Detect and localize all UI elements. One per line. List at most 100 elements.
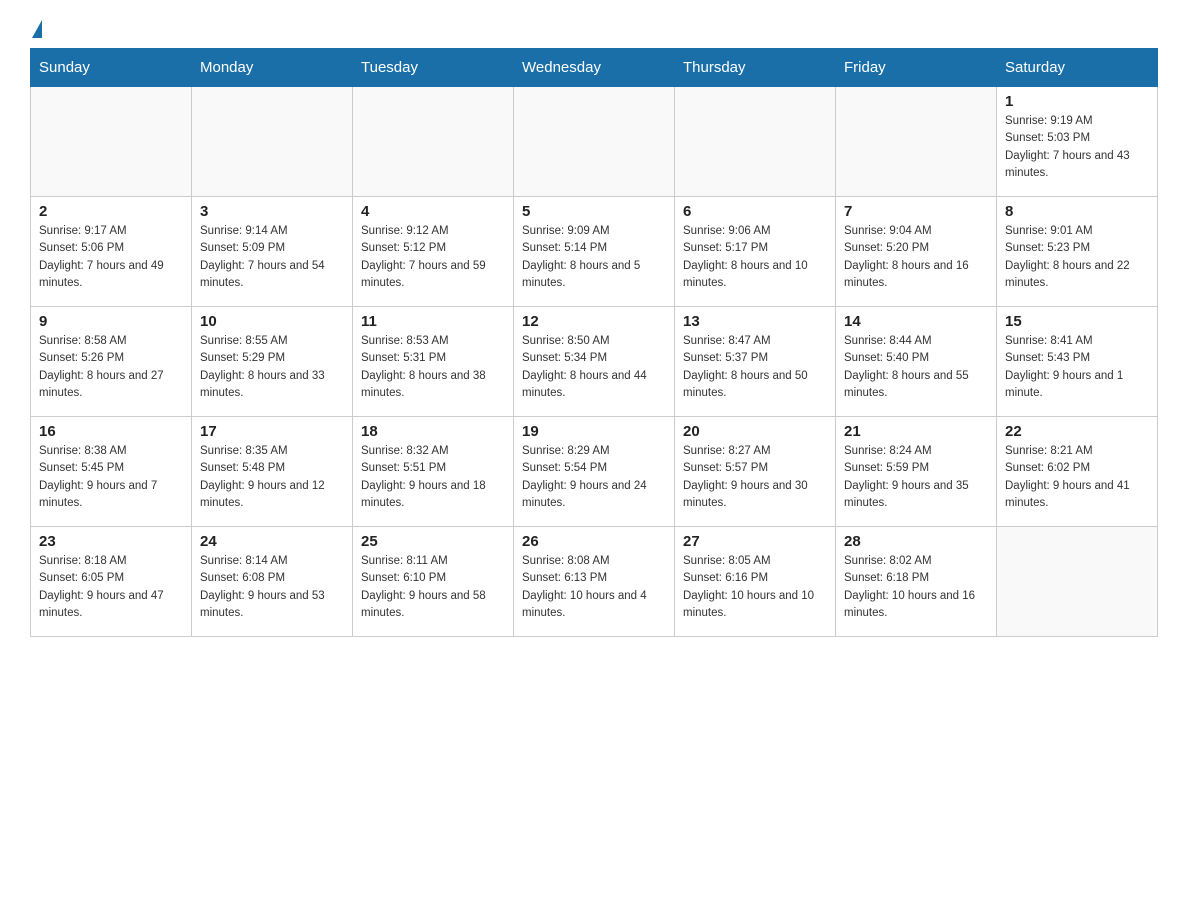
- day-info: Sunrise: 8:21 AMSunset: 6:02 PMDaylight:…: [1005, 443, 1149, 512]
- day-info: Sunrise: 8:18 AMSunset: 6:05 PMDaylight:…: [39, 553, 183, 622]
- col-saturday: Saturday: [997, 49, 1158, 87]
- day-info: Sunrise: 8:08 AMSunset: 6:13 PMDaylight:…: [522, 553, 666, 622]
- calendar-cell: 20 Sunrise: 8:27 AMSunset: 5:57 PMDayligh…: [675, 417, 836, 527]
- day-info: Sunrise: 8:05 AMSunset: 6:16 PMDaylight:…: [683, 553, 827, 622]
- day-info: Sunrise: 8:38 AMSunset: 5:45 PMDaylight:…: [39, 443, 183, 512]
- day-number: 28: [844, 533, 988, 550]
- calendar-cell: 1 Sunrise: 9:19 AMSunset: 5:03 PMDaylight…: [997, 87, 1158, 197]
- calendar-cell: 21 Sunrise: 8:24 AMSunset: 5:59 PMDayligh…: [836, 417, 997, 527]
- day-number: 26: [522, 533, 666, 550]
- day-number: 12: [522, 313, 666, 330]
- day-info: Sunrise: 9:19 AMSunset: 5:03 PMDaylight:…: [1005, 113, 1149, 182]
- day-number: 18: [361, 423, 505, 440]
- calendar-week-row: 9 Sunrise: 8:58 AMSunset: 5:26 PMDaylight…: [31, 307, 1158, 417]
- day-info: Sunrise: 8:35 AMSunset: 5:48 PMDaylight:…: [200, 443, 344, 512]
- day-info: Sunrise: 8:14 AMSunset: 6:08 PMDaylight:…: [200, 553, 344, 622]
- calendar-cell: 3 Sunrise: 9:14 AMSunset: 5:09 PMDaylight…: [192, 197, 353, 307]
- calendar-cell: 2Sunrise: 9:17 AMSunset: 5:06 PMDaylight…: [31, 197, 192, 307]
- day-number: 27: [683, 533, 827, 550]
- calendar-cell: [675, 87, 836, 197]
- logo: [30, 20, 44, 38]
- day-info: Sunrise: 8:47 AMSunset: 5:37 PMDaylight:…: [683, 333, 827, 402]
- calendar-cell: 22 Sunrise: 8:21 AMSunset: 6:02 PMDayligh…: [997, 417, 1158, 527]
- logo-triangle-icon: [32, 20, 42, 38]
- calendar-cell: 25 Sunrise: 8:11 AMSunset: 6:10 PMDayligh…: [353, 527, 514, 637]
- calendar-week-row: 1 Sunrise: 9:19 AMSunset: 5:03 PMDaylight…: [31, 87, 1158, 197]
- day-number: 3: [200, 203, 344, 220]
- calendar-week-row: 2Sunrise: 9:17 AMSunset: 5:06 PMDaylight…: [31, 197, 1158, 307]
- col-monday: Monday: [192, 49, 353, 87]
- day-info: Sunrise: 8:41 AMSunset: 5:43 PMDaylight:…: [1005, 333, 1149, 402]
- calendar-cell: 14 Sunrise: 8:44 AMSunset: 5:40 PMDayligh…: [836, 307, 997, 417]
- day-info: Sunrise: 8:27 AMSunset: 5:57 PMDaylight:…: [683, 443, 827, 512]
- calendar-cell: 17 Sunrise: 8:35 AMSunset: 5:48 PMDayligh…: [192, 417, 353, 527]
- calendar-cell: 7Sunrise: 9:04 AMSunset: 5:20 PMDaylight…: [836, 197, 997, 307]
- calendar-cell: 28Sunrise: 8:02 AMSunset: 6:18 PMDayligh…: [836, 527, 997, 637]
- day-info: Sunrise: 8:24 AMSunset: 5:59 PMDaylight:…: [844, 443, 988, 512]
- day-info: Sunrise: 8:58 AMSunset: 5:26 PMDaylight:…: [39, 333, 183, 402]
- day-number: 8: [1005, 203, 1149, 220]
- day-number: 1: [1005, 93, 1149, 110]
- calendar-cell: 15 Sunrise: 8:41 AMSunset: 5:43 PMDayligh…: [997, 307, 1158, 417]
- calendar-cell: 9 Sunrise: 8:58 AMSunset: 5:26 PMDaylight…: [31, 307, 192, 417]
- day-info: Sunrise: 8:53 AMSunset: 5:31 PMDaylight:…: [361, 333, 505, 402]
- calendar-cell: 16 Sunrise: 8:38 AMSunset: 5:45 PMDayligh…: [31, 417, 192, 527]
- page-header: [30, 20, 1158, 38]
- calendar-cell: 23 Sunrise: 8:18 AMSunset: 6:05 PMDayligh…: [31, 527, 192, 637]
- day-info: Sunrise: 9:12 AMSunset: 5:12 PMDaylight:…: [361, 223, 505, 292]
- col-sunday: Sunday: [31, 49, 192, 87]
- calendar-cell: 19 Sunrise: 8:29 AMSunset: 5:54 PMDayligh…: [514, 417, 675, 527]
- calendar-cell: [192, 87, 353, 197]
- calendar-cell: [353, 87, 514, 197]
- col-tuesday: Tuesday: [353, 49, 514, 87]
- calendar-cell: 24 Sunrise: 8:14 AMSunset: 6:08 PMDayligh…: [192, 527, 353, 637]
- day-number: 16: [39, 423, 183, 440]
- calendar-cell: 8 Sunrise: 9:01 AMSunset: 5:23 PMDaylight…: [997, 197, 1158, 307]
- col-friday: Friday: [836, 49, 997, 87]
- day-number: 25: [361, 533, 505, 550]
- day-number: 6: [683, 203, 827, 220]
- col-wednesday: Wednesday: [514, 49, 675, 87]
- day-info: Sunrise: 8:50 AMSunset: 5:34 PMDaylight:…: [522, 333, 666, 402]
- day-info: Sunrise: 8:11 AMSunset: 6:10 PMDaylight:…: [361, 553, 505, 622]
- calendar-cell: 18Sunrise: 8:32 AMSunset: 5:51 PMDayligh…: [353, 417, 514, 527]
- day-number: 10: [200, 313, 344, 330]
- calendar-cell: 26 Sunrise: 8:08 AMSunset: 6:13 PMDayligh…: [514, 527, 675, 637]
- calendar-table: Sunday Monday Tuesday Wednesday Thursday…: [30, 48, 1158, 637]
- day-info: Sunrise: 9:04 AMSunset: 5:20 PMDaylight:…: [844, 223, 988, 292]
- day-number: 17: [200, 423, 344, 440]
- calendar-cell: [514, 87, 675, 197]
- day-info: Sunrise: 8:44 AMSunset: 5:40 PMDaylight:…: [844, 333, 988, 402]
- day-number: 22: [1005, 423, 1149, 440]
- weekday-header-row: Sunday Monday Tuesday Wednesday Thursday…: [31, 49, 1158, 87]
- calendar-cell: [31, 87, 192, 197]
- day-info: Sunrise: 8:29 AMSunset: 5:54 PMDaylight:…: [522, 443, 666, 512]
- calendar-cell: 4 Sunrise: 9:12 AMSunset: 5:12 PMDaylight…: [353, 197, 514, 307]
- calendar-week-row: 16 Sunrise: 8:38 AMSunset: 5:45 PMDayligh…: [31, 417, 1158, 527]
- day-number: 9: [39, 313, 183, 330]
- day-number: 21: [844, 423, 988, 440]
- calendar-cell: 5Sunrise: 9:09 AMSunset: 5:14 PMDaylight…: [514, 197, 675, 307]
- day-number: 20: [683, 423, 827, 440]
- calendar-week-row: 23 Sunrise: 8:18 AMSunset: 6:05 PMDayligh…: [31, 527, 1158, 637]
- day-info: Sunrise: 9:06 AMSunset: 5:17 PMDaylight:…: [683, 223, 827, 292]
- day-number: 4: [361, 203, 505, 220]
- calendar-cell: 6 Sunrise: 9:06 AMSunset: 5:17 PMDaylight…: [675, 197, 836, 307]
- calendar-cell: 10 Sunrise: 8:55 AMSunset: 5:29 PMDayligh…: [192, 307, 353, 417]
- day-number: 15: [1005, 313, 1149, 330]
- day-number: 19: [522, 423, 666, 440]
- col-thursday: Thursday: [675, 49, 836, 87]
- day-number: 24: [200, 533, 344, 550]
- day-number: 23: [39, 533, 183, 550]
- day-number: 5: [522, 203, 666, 220]
- day-info: Sunrise: 8:55 AMSunset: 5:29 PMDaylight:…: [200, 333, 344, 402]
- day-info: Sunrise: 9:17 AMSunset: 5:06 PMDaylight:…: [39, 223, 183, 292]
- day-number: 13: [683, 313, 827, 330]
- day-number: 11: [361, 313, 505, 330]
- day-info: Sunrise: 9:01 AMSunset: 5:23 PMDaylight:…: [1005, 223, 1149, 292]
- calendar-cell: 13 Sunrise: 8:47 AMSunset: 5:37 PMDayligh…: [675, 307, 836, 417]
- calendar-cell: [836, 87, 997, 197]
- day-number: 14: [844, 313, 988, 330]
- calendar-cell: 27 Sunrise: 8:05 AMSunset: 6:16 PMDayligh…: [675, 527, 836, 637]
- day-info: Sunrise: 9:14 AMSunset: 5:09 PMDaylight:…: [200, 223, 344, 292]
